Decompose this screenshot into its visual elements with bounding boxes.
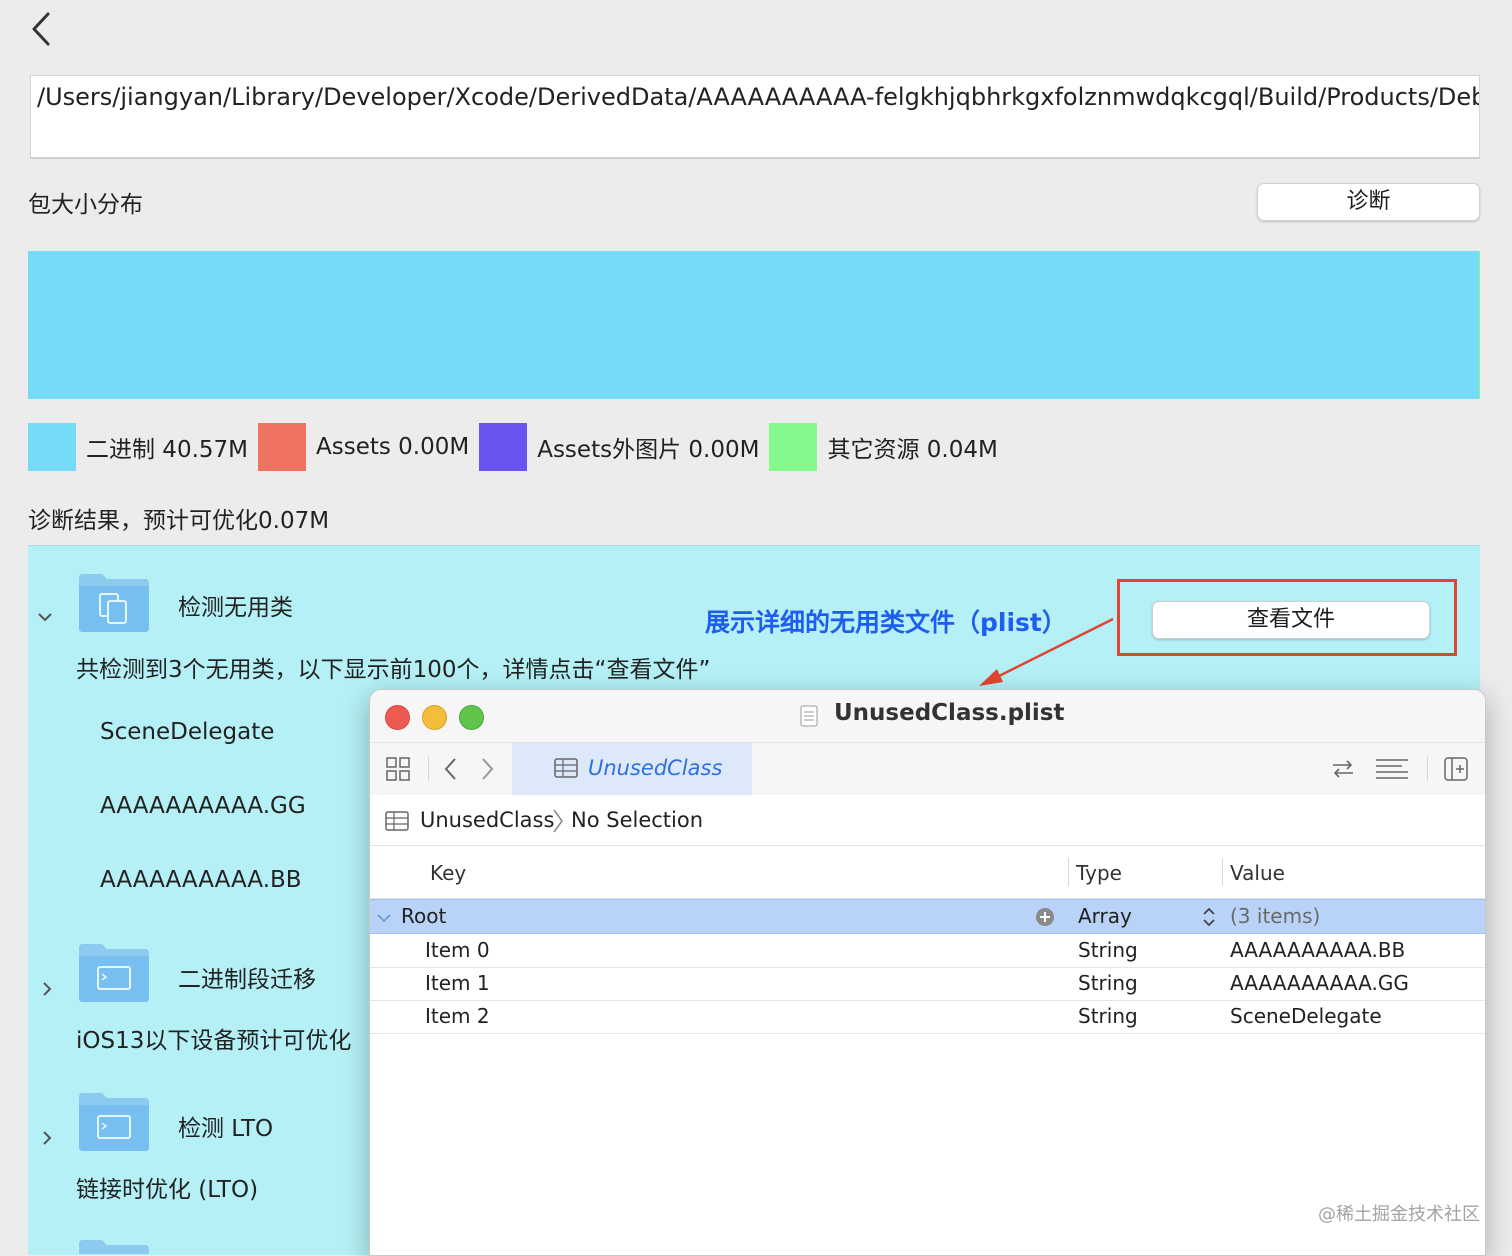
item-title-lto: 检测 LTO bbox=[178, 1116, 274, 1142]
stepper-updown-icon[interactable] bbox=[1201, 906, 1217, 928]
row-value: AAAAAAAAAA.GG bbox=[1230, 971, 1409, 995]
column-separator bbox=[1068, 858, 1069, 886]
row-type: String bbox=[1078, 971, 1138, 995]
annotation-arrow bbox=[979, 617, 1114, 686]
breadcrumb-separator-icon bbox=[553, 809, 563, 833]
item-desc-unused-class: 共检测到3个无用类，以下显示前100个，详情点击“查看文件” bbox=[76, 657, 711, 683]
breadcrumb-root[interactable]: UnusedClass bbox=[420, 808, 554, 832]
disclosure-down-icon[interactable] bbox=[376, 911, 392, 925]
size-segment-other bbox=[1478, 251, 1480, 399]
table-icon bbox=[385, 811, 409, 831]
chevron-left-icon[interactable] bbox=[442, 756, 460, 782]
expand-toggle-segment-migration[interactable] bbox=[34, 978, 60, 1006]
legend-label: 其它资源 0.04M bbox=[827, 437, 998, 463]
watermark: @稀土掘金技术社区 bbox=[1318, 1204, 1480, 1225]
chevron-down-icon bbox=[38, 613, 52, 622]
column-value[interactable]: Value bbox=[1230, 861, 1285, 885]
toolbar-divider bbox=[1427, 757, 1428, 781]
legend-item-other: 其它资源 0.04M bbox=[769, 423, 998, 471]
diagnose-button[interactable]: 诊断 bbox=[1257, 183, 1480, 221]
row-type: String bbox=[1078, 1004, 1138, 1028]
close-window-button[interactable] bbox=[385, 705, 410, 730]
breadcrumb-selection[interactable]: No Selection bbox=[571, 808, 703, 832]
expand-toggle-unused-class[interactable] bbox=[32, 606, 58, 634]
legend-label: 二进制 40.57M bbox=[86, 437, 248, 463]
jump-bar: UnusedClass No Selection bbox=[370, 795, 1485, 846]
back-button[interactable] bbox=[26, 10, 60, 50]
document-icon bbox=[800, 705, 818, 727]
unused-class-name: SceneDelegate bbox=[100, 719, 275, 745]
row-key: Item 1 bbox=[425, 971, 490, 995]
path-field[interactable]: /Users/jiangyan/Library/Developer/Xcode/… bbox=[30, 75, 1480, 159]
swap-arrows-icon[interactable] bbox=[1330, 757, 1356, 781]
legend-label: Assets 0.00M bbox=[316, 434, 470, 460]
window-titlebar[interactable]: UnusedClass.plist bbox=[370, 690, 1485, 742]
plist-window: UnusedClass.plist UnusedClass UnusedClas… bbox=[369, 689, 1486, 1256]
table-row[interactable]: Item 0 String AAAAAAAAAA.BB bbox=[370, 934, 1485, 968]
diagnosis-result-title: 诊断结果，预计可优化0.07M bbox=[28, 508, 330, 534]
size-segment-binary bbox=[28, 251, 1479, 399]
toolbar-divider bbox=[428, 757, 429, 781]
legend-swatch bbox=[479, 423, 528, 471]
view-file-button[interactable]: 查看文件 bbox=[1152, 601, 1430, 639]
window-title: UnusedClass.plist bbox=[834, 700, 1065, 726]
item-desc-segment-migration: iOS13以下设备预计可优化 bbox=[76, 1028, 352, 1054]
legend-label: Assets外图片 0.00M bbox=[537, 437, 760, 463]
zoom-window-button[interactable] bbox=[459, 705, 484, 730]
item-title-segment-migration: 二进制段迁移 bbox=[178, 967, 316, 993]
row-value: SceneDelegate bbox=[1230, 1004, 1382, 1028]
chevron-right-icon bbox=[43, 1131, 52, 1145]
expand-toggle-lto[interactable] bbox=[34, 1127, 60, 1155]
item-title-unused-class: 检测无用类 bbox=[178, 595, 293, 621]
size-legend: 二进制 40.57M Assets 0.00M Assets外图片 0.00M … bbox=[28, 423, 1008, 471]
row-key: Root bbox=[401, 904, 447, 928]
align-lines-icon[interactable] bbox=[1374, 757, 1410, 781]
row-type: String bbox=[1078, 938, 1138, 962]
folder-icon bbox=[76, 1238, 152, 1254]
legend-item-assets: Assets 0.00M bbox=[258, 423, 469, 471]
tab-unused-class[interactable]: UnusedClass bbox=[512, 743, 752, 795]
legend-swatch bbox=[769, 423, 818, 471]
item-desc-lto: 链接时优化 (LTO) bbox=[76, 1177, 259, 1203]
chevron-left-icon bbox=[32, 12, 50, 46]
unused-class-name: AAAAAAAAAA.GG bbox=[100, 793, 306, 819]
table-icon bbox=[554, 758, 578, 778]
table-row[interactable]: Item 1 String AAAAAAAAAA.GG bbox=[370, 967, 1485, 1001]
table-row[interactable]: Item 2 String SceneDelegate bbox=[370, 1000, 1485, 1034]
column-key[interactable]: Key bbox=[430, 861, 466, 885]
column-separator bbox=[1222, 858, 1223, 886]
window-toolbar: UnusedClass bbox=[370, 742, 1485, 796]
chevron-right-icon[interactable] bbox=[478, 756, 496, 782]
legend-swatch bbox=[258, 423, 306, 471]
row-value: (3 items) bbox=[1230, 904, 1321, 928]
legend-item-assets-external: Assets外图片 0.00M bbox=[479, 423, 759, 471]
folder-icon bbox=[76, 942, 152, 1008]
size-distribution-title: 包大小分布 bbox=[28, 192, 143, 218]
column-header: Key Type Value bbox=[370, 846, 1485, 899]
row-type[interactable]: Array bbox=[1078, 904, 1132, 928]
row-key: Item 2 bbox=[425, 1004, 490, 1028]
grid-icon[interactable] bbox=[385, 756, 411, 782]
legend-item-binary: 二进制 40.57M bbox=[28, 423, 248, 471]
unused-class-name: AAAAAAAAAA.BB bbox=[100, 867, 302, 893]
legend-swatch bbox=[28, 423, 76, 471]
column-type[interactable]: Type bbox=[1076, 861, 1122, 885]
size-distribution-bar bbox=[28, 251, 1480, 399]
tab-label: UnusedClass bbox=[588, 756, 723, 780]
folder-icon bbox=[76, 1091, 152, 1157]
row-key: Item 0 bbox=[425, 938, 490, 962]
row-value: AAAAAAAAAA.BB bbox=[1230, 938, 1406, 962]
table-row-root[interactable]: Root Array (3 items) bbox=[370, 899, 1485, 934]
add-editor-icon[interactable] bbox=[1443, 756, 1469, 782]
chevron-right-icon bbox=[43, 982, 52, 996]
folder-icon bbox=[76, 572, 152, 638]
add-item-icon[interactable] bbox=[1035, 907, 1055, 927]
minimize-window-button[interactable] bbox=[422, 705, 447, 730]
